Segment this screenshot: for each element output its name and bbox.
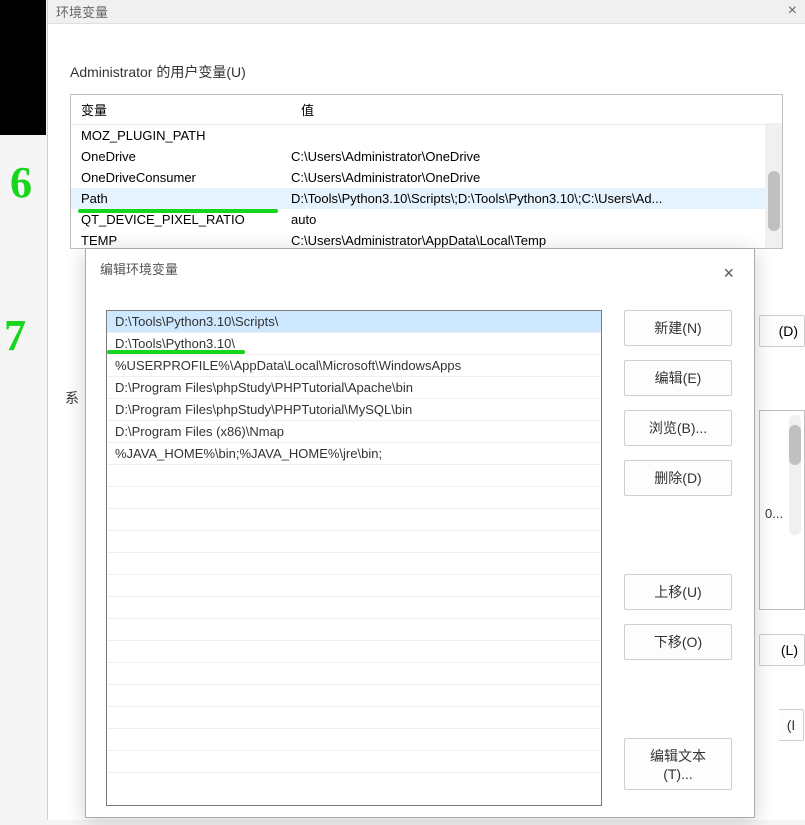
green-underline-path: [78, 209, 278, 213]
list-item-empty[interactable]: [107, 641, 601, 663]
table-row[interactable]: MOZ_PLUGIN_PATH: [71, 125, 782, 146]
list-item[interactable]: D:\Program Files (x86)\Nmap: [107, 421, 601, 443]
list-item-empty[interactable]: [107, 509, 601, 531]
col-value[interactable]: 值: [291, 95, 782, 124]
edit-text-button[interactable]: 编辑文本(T)...: [624, 738, 732, 790]
sys-value-fragment: 0...: [765, 506, 783, 521]
scrollbar[interactable]: [765, 123, 782, 249]
sys-scrollbar[interactable]: [789, 415, 801, 535]
move-up-button[interactable]: 上移(U): [624, 574, 732, 610]
table-row[interactable]: OneDriveC:\Users\Administrator\OneDrive: [71, 146, 782, 167]
close-icon[interactable]: ×: [788, 2, 797, 20]
annotation-6: 6: [10, 157, 32, 208]
table-row[interactable]: OneDriveConsumerC:\Users\Administrator\O…: [71, 167, 782, 188]
list-item-empty[interactable]: [107, 553, 601, 575]
move-down-button[interactable]: 下移(O): [624, 624, 732, 660]
list-item-empty[interactable]: [107, 707, 601, 729]
system-variables-label-fragment: 系: [65, 388, 79, 408]
var-value: C:\Users\Administrator\AppData\Local\Tem…: [291, 233, 772, 248]
left-background: [0, 0, 46, 135]
delete-button-fragment[interactable]: (I: [779, 709, 804, 741]
list-item[interactable]: D:\Program Files\phpStudy\PHPTutorial\My…: [107, 399, 601, 421]
list-item[interactable]: D:\Tools\Python3.10\Scripts\: [107, 311, 601, 333]
list-item[interactable]: D:\Program Files\phpStudy\PHPTutorial\Ap…: [107, 377, 601, 399]
green-underline-python310: [107, 350, 245, 354]
list-item-empty[interactable]: [107, 619, 601, 641]
list-item-empty[interactable]: [107, 465, 601, 487]
browse-button[interactable]: 浏览(B)...: [624, 410, 732, 446]
edit-dialog-title: 编辑环境变量: [86, 249, 754, 288]
list-item-empty[interactable]: [107, 729, 601, 751]
list-item-empty[interactable]: [107, 663, 601, 685]
var-name: MOZ_PLUGIN_PATH: [81, 128, 291, 143]
var-name: QT_DEVICE_PIXEL_RATIO: [81, 212, 291, 227]
user-variables-label: Administrator 的用户变量(U): [70, 62, 783, 82]
list-item-empty[interactable]: [107, 487, 601, 509]
var-value: C:\Users\Administrator\OneDrive: [291, 170, 772, 185]
new-button[interactable]: 新建(N): [624, 310, 732, 346]
delete-button[interactable]: 删除(D): [624, 460, 732, 496]
var-name: TEMP: [81, 233, 291, 248]
system-variables-table-fragment[interactable]: 0...: [759, 410, 805, 610]
list-item[interactable]: %JAVA_HOME%\bin;%JAVA_HOME%\jre\bin;: [107, 443, 601, 465]
sys-scroll-thumb[interactable]: [789, 425, 801, 465]
scrollbar-thumb[interactable]: [768, 171, 780, 231]
user-new-button-fragment[interactable]: (D): [759, 315, 805, 347]
list-item-empty[interactable]: [107, 531, 601, 553]
var-name: OneDrive: [81, 149, 291, 164]
var-value: D:\Tools\Python3.10\Scripts\;D:\Tools\Py…: [291, 191, 772, 206]
edit-button[interactable]: 编辑(E): [624, 360, 732, 396]
window-title: 环境变量: [48, 0, 805, 24]
list-item-empty[interactable]: [107, 597, 601, 619]
list-item-empty[interactable]: [107, 575, 601, 597]
var-value: auto: [291, 212, 772, 227]
close-icon[interactable]: ×: [723, 263, 734, 284]
list-item[interactable]: %USERPROFILE%\AppData\Local\Microsoft\Wi…: [107, 355, 601, 377]
table-row[interactable]: TEMPC:\Users\Administrator\AppData\Local…: [71, 230, 782, 249]
list-item-empty[interactable]: [107, 685, 601, 707]
var-value: C:\Users\Administrator\OneDrive: [291, 149, 772, 164]
col-name[interactable]: 变量: [71, 95, 291, 124]
list-item-empty[interactable]: [107, 751, 601, 773]
sys-edit-button-fragment[interactable]: (L): [759, 634, 805, 666]
path-entries-list[interactable]: D:\Tools\Python3.10\Scripts\D:\Tools\Pyt…: [106, 310, 602, 806]
var-value: [291, 128, 772, 143]
annotation-7: 7: [4, 310, 26, 361]
user-variables-table[interactable]: 变量 值 MOZ_PLUGIN_PATHOneDriveC:\Users\Adm…: [70, 94, 783, 249]
var-name: OneDriveConsumer: [81, 170, 291, 185]
table-header: 变量 值: [71, 95, 782, 125]
table-row[interactable]: PathD:\Tools\Python3.10\Scripts\;D:\Tool…: [71, 188, 782, 209]
var-name: Path: [81, 191, 291, 206]
edit-path-dialog: 编辑环境变量 × D:\Tools\Python3.10\Scripts\D:\…: [85, 248, 755, 818]
